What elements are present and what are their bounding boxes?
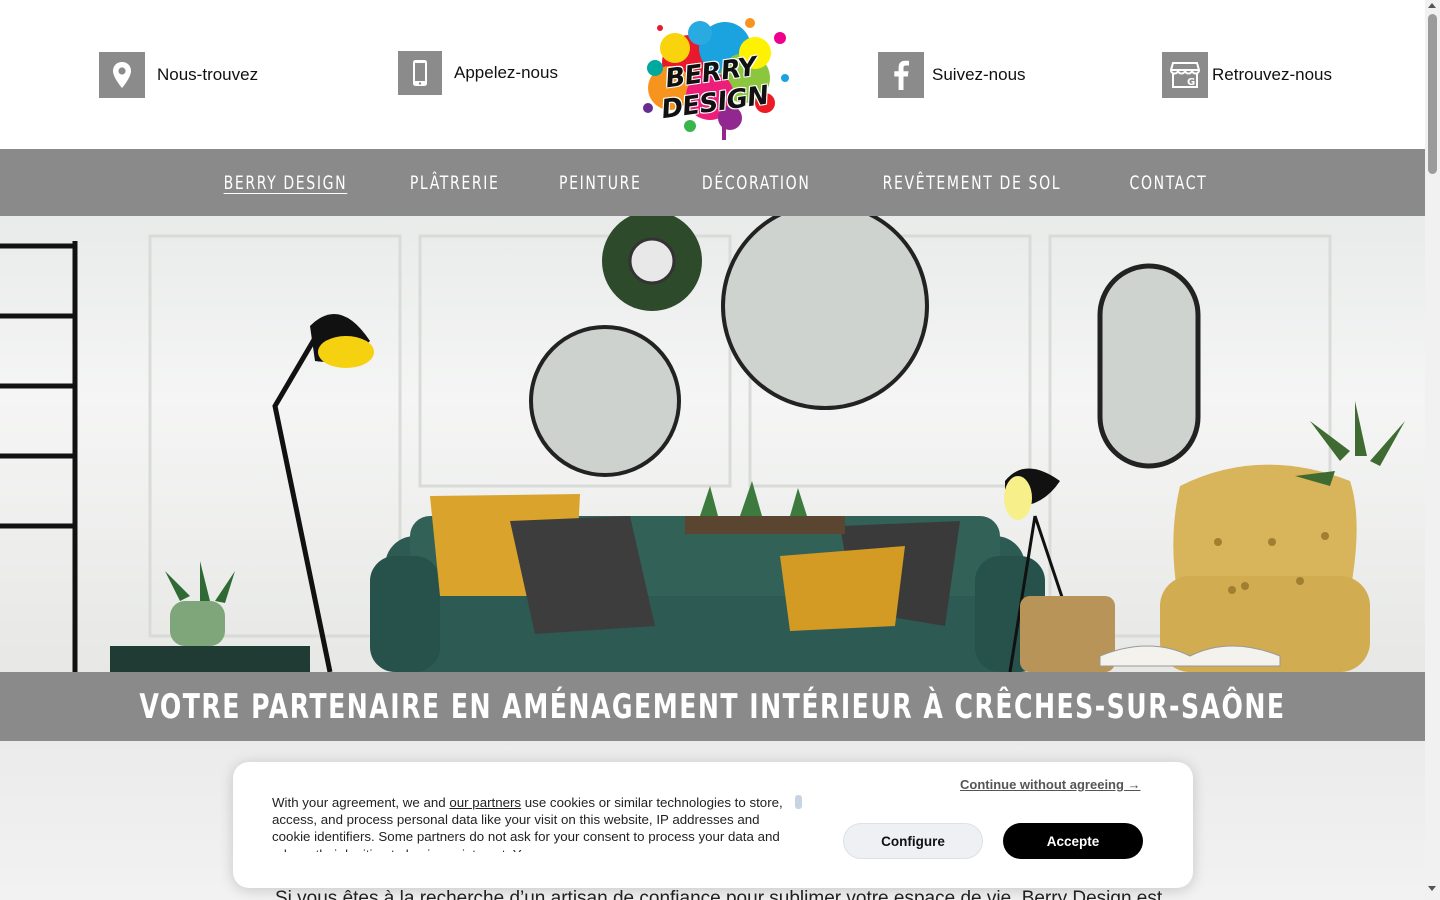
cookie-consent-dialog: With your agreement, we and our partners… — [233, 762, 1193, 888]
google-business-icon: G — [1162, 52, 1208, 98]
phone-icon — [398, 51, 442, 95]
scroll-down-arrow-icon[interactable] — [1428, 886, 1436, 891]
contact-call-us-label: Appelez-nous — [454, 63, 558, 82]
accept-button[interactable]: Accepte — [1003, 823, 1143, 859]
nav-item-contact[interactable]: CONTACT — [1129, 172, 1207, 194]
cookie-text-part-1: With your agreement, we and — [272, 795, 450, 810]
contact-find-us[interactable]: Nous-trouvez — [99, 52, 258, 98]
nav-item-peinture[interactable]: PEINTURE — [559, 172, 641, 194]
configure-button[interactable]: Configure — [843, 823, 983, 859]
contact-find-us-label: Nous-trouvez — [157, 65, 259, 84]
scrollbar-thumb[interactable] — [1428, 14, 1437, 174]
berry-design-logo[interactable]: BERRY DESIGN — [630, 8, 796, 142]
facebook-icon — [878, 52, 924, 98]
svg-text:G: G — [1187, 77, 1195, 88]
nav-item-platrerie[interactable]: PLÂTRERIE — [410, 172, 500, 194]
continue-without-agreeing-link[interactable]: Continue without agreeing → — [960, 777, 1141, 792]
intro-text: Si vous êtes à la recherche d’un artisan… — [275, 888, 1163, 900]
contact-follow-us[interactable]: Suivez-nous — [878, 52, 1026, 98]
nav-item-berry-design[interactable]: BERRY DESIGN — [223, 172, 347, 194]
our-partners-link[interactable]: our partners — [449, 795, 521, 810]
page-scrollbar[interactable] — [1425, 0, 1440, 900]
hero-banner: VOTRE PARTENAIRE EN AMÉNAGEMENT INTÉRIEU… — [0, 672, 1425, 741]
contact-find-us-google-label: Retrouvez-nous — [1212, 65, 1333, 84]
scroll-up-arrow-icon[interactable] — [1428, 3, 1436, 8]
top-contact-bar: Nous-trouvez Appelez-nous BERRY DESIGN S… — [0, 0, 1425, 149]
map-pin-icon — [99, 52, 145, 98]
nav-item-revetement-de-sol[interactable]: REVÊTEMENT DE SOL — [882, 172, 1061, 194]
cookie-text-scrollbar[interactable] — [795, 795, 802, 809]
contact-find-us-google[interactable]: G Retrouvez-nous — [1162, 52, 1332, 98]
contact-call-us[interactable]: Appelez-nous — [398, 51, 558, 95]
contact-follow-us-label: Suivez-nous — [932, 65, 1026, 84]
hero-image — [0, 216, 1425, 672]
main-nav: BERRY DESIGN PLÂTRERIE PEINTURE DÉCORATI… — [0, 149, 1425, 216]
hero-title: VOTRE PARTENAIRE EN AMÉNAGEMENT INTÉRIEU… — [139, 686, 1286, 727]
nav-item-decoration[interactable]: DÉCORATION — [702, 172, 811, 194]
cookie-consent-text: With your agreement, we and our partners… — [272, 794, 792, 852]
